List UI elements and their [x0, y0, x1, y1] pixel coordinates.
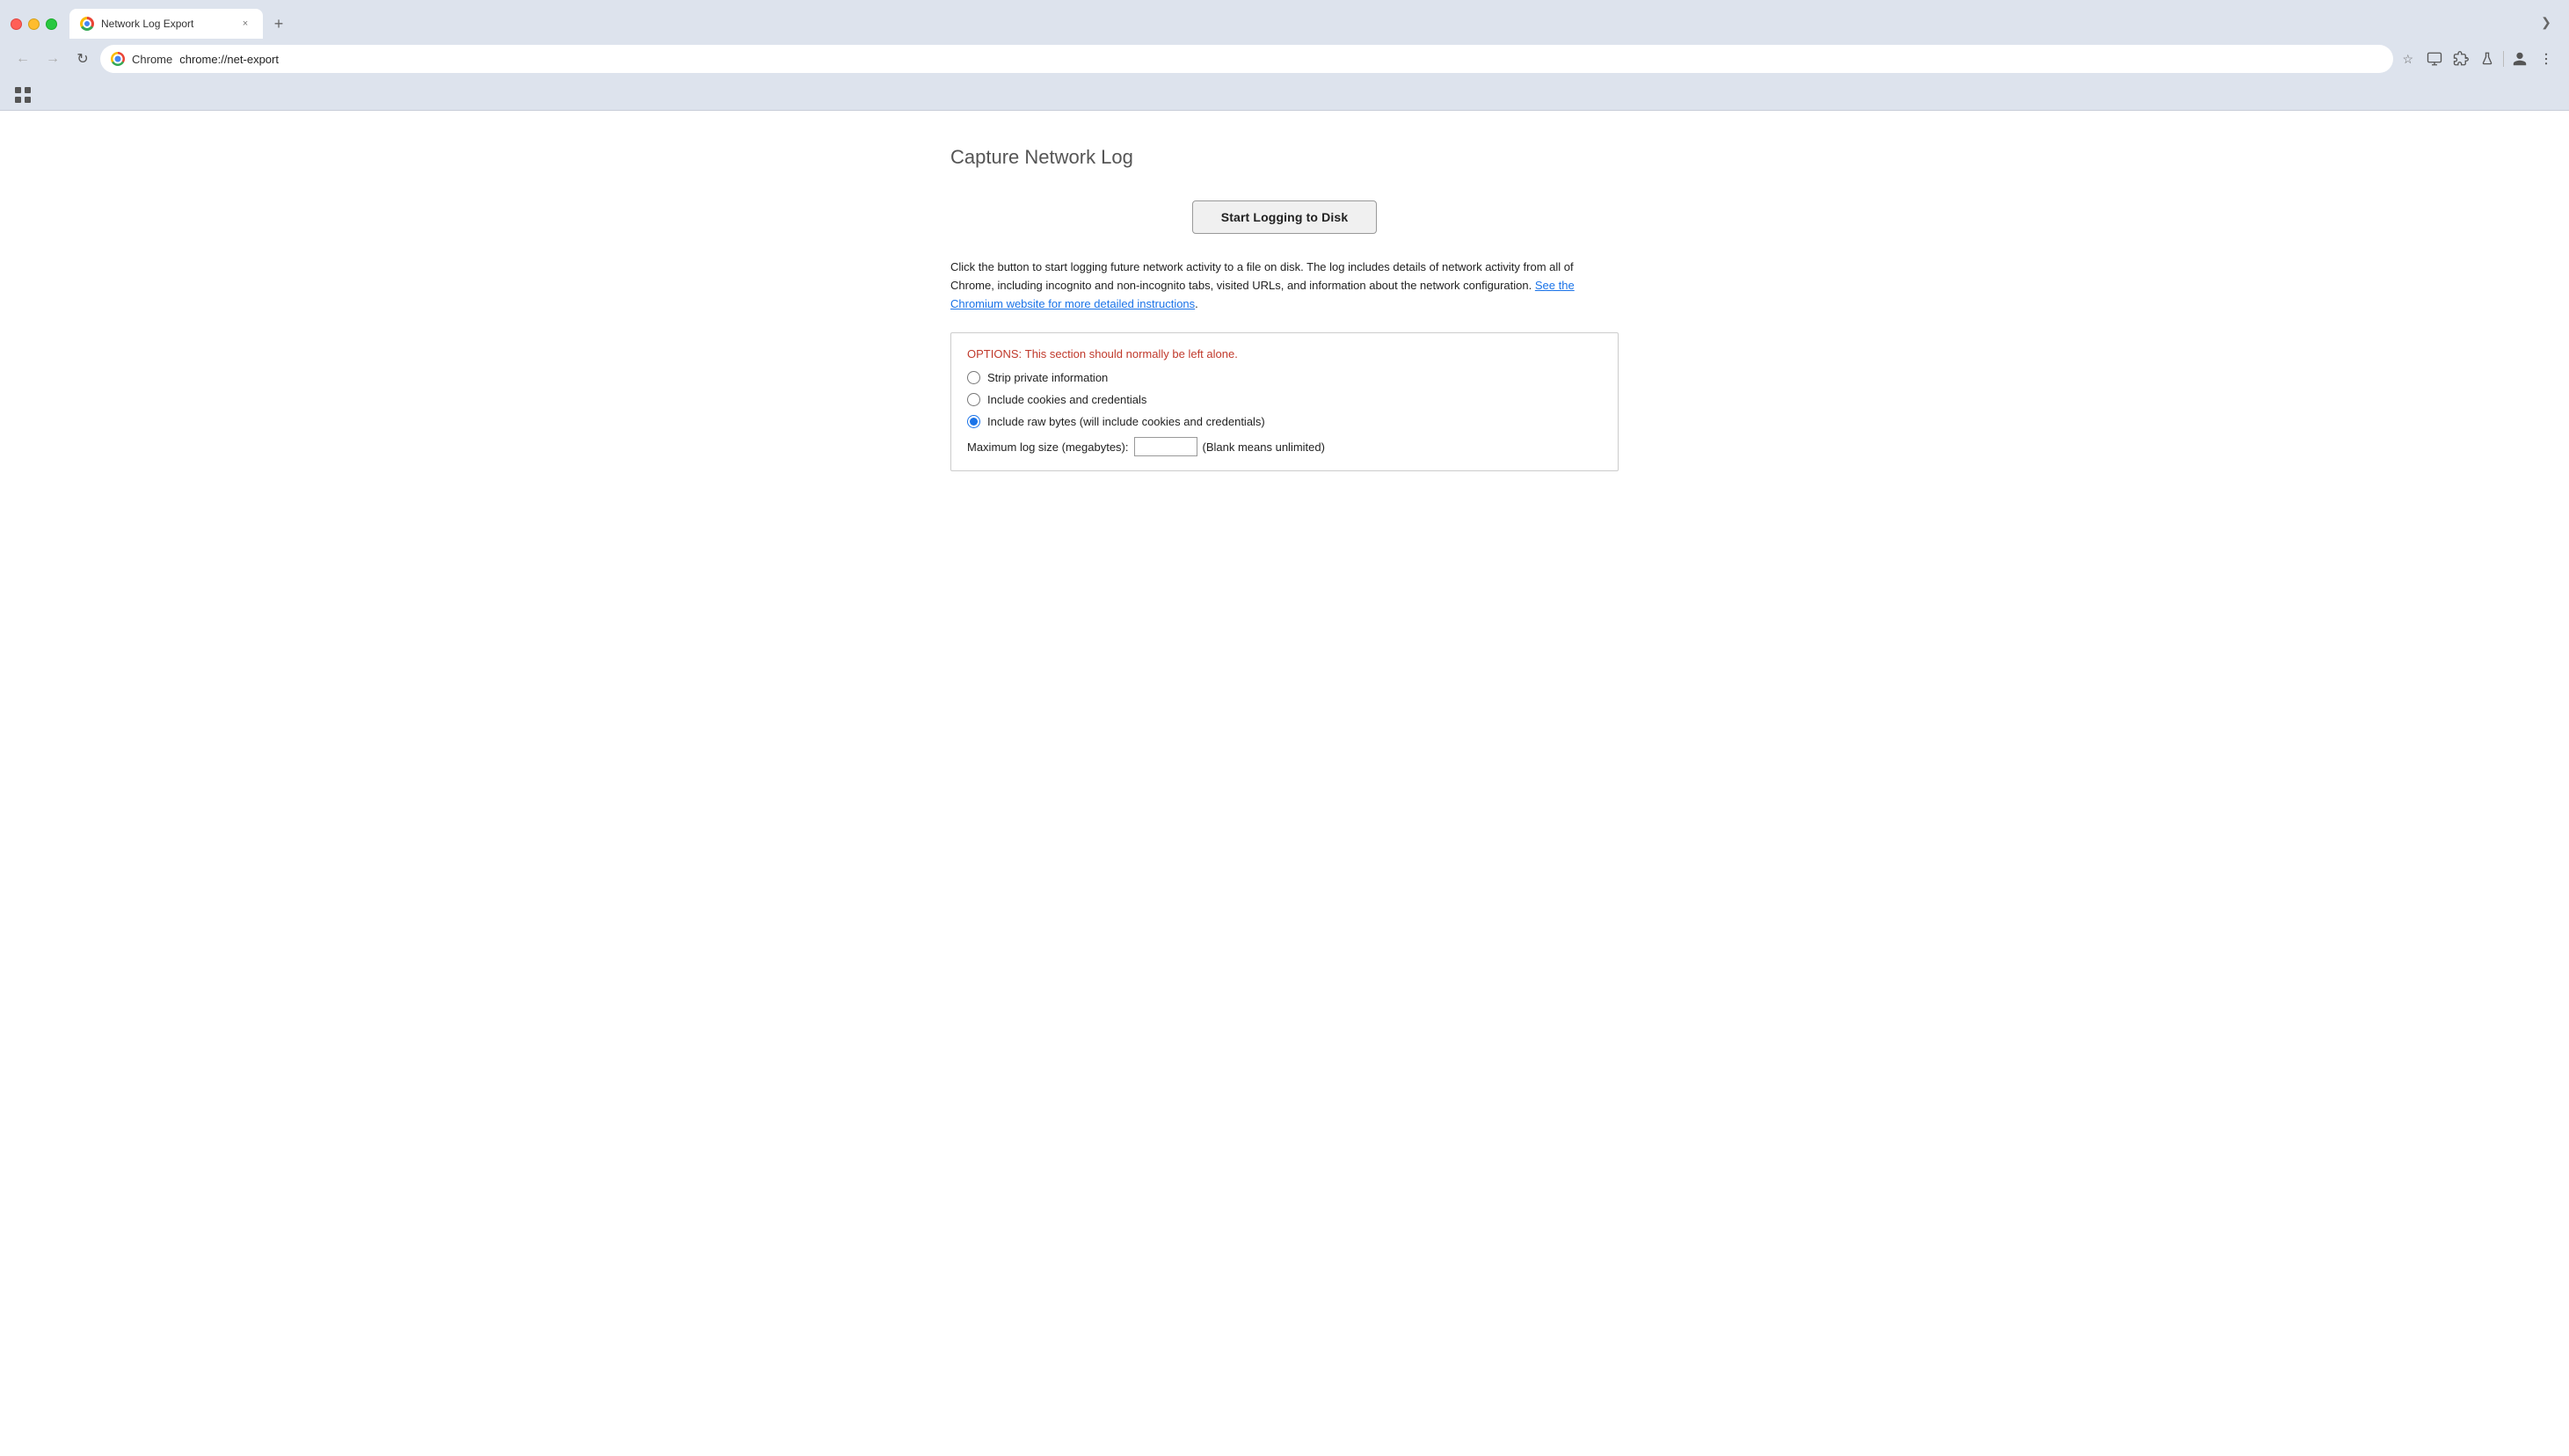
description-text: Click the button to start logging future…	[950, 260, 1574, 292]
back-button[interactable]: ←	[11, 47, 35, 71]
bookmarks-bar	[0, 79, 2569, 111]
page-title: Capture Network Log	[950, 146, 1619, 169]
profile-icon[interactable]	[2507, 47, 2532, 71]
screen-capture-icon[interactable]	[2422, 47, 2447, 71]
address-bar-row: ← → ↻ Chrome chrome://net-export ☆	[0, 40, 2569, 79]
tab-title: Network Log Export	[101, 18, 231, 30]
start-button-wrapper: Start Logging to Disk	[950, 200, 1619, 234]
radio-include-cookies-label: Include cookies and credentials	[987, 393, 1146, 406]
traffic-lights	[11, 18, 57, 30]
radio-strip-private-label: Strip private information	[987, 371, 1108, 384]
minimize-traffic-light[interactable]	[28, 18, 40, 30]
chrome-logo-icon	[111, 52, 125, 66]
page-content: Capture Network Log Start Logging to Dis…	[0, 111, 2569, 1456]
options-warning: This section should normally be left alo…	[1025, 347, 1238, 360]
max-log-hint: (Blank means unlimited)	[1203, 440, 1325, 454]
reload-button[interactable]: ↻	[70, 47, 95, 71]
star-icon[interactable]: ☆	[2402, 52, 2413, 67]
title-bar: Network Log Export × + ❯	[0, 0, 2569, 40]
max-log-label: Maximum log size (megabytes):	[967, 440, 1129, 454]
options-box: OPTIONS: This section should normally be…	[950, 332, 1619, 471]
radio-strip-private-input[interactable]	[967, 371, 980, 384]
toolbar-icons	[2422, 47, 2558, 71]
radio-include-raw-bytes[interactable]: Include raw bytes (will include cookies …	[967, 415, 1602, 428]
tab-close-button[interactable]: ×	[238, 17, 252, 31]
address-url: chrome://net-export	[179, 53, 279, 66]
radio-strip-private[interactable]: Strip private information	[967, 371, 1602, 384]
radio-include-raw-bytes-input[interactable]	[967, 415, 980, 428]
max-log-row: Maximum log size (megabytes): (Blank mea…	[967, 437, 1602, 456]
active-tab[interactable]: Network Log Export ×	[69, 9, 263, 39]
extensions-icon[interactable]	[2449, 47, 2473, 71]
radio-include-cookies[interactable]: Include cookies and credentials	[967, 393, 1602, 406]
lab-icon[interactable]	[2475, 47, 2500, 71]
new-tab-button[interactable]: +	[266, 11, 291, 36]
browser-window: Network Log Export × + ❯ ← → ↻ Chrome ch…	[0, 0, 2569, 1456]
max-log-input[interactable]	[1134, 437, 1197, 456]
page-inner: Capture Network Log Start Logging to Dis…	[950, 146, 1619, 471]
address-bar[interactable]: Chrome chrome://net-export	[100, 45, 2393, 73]
options-label: OPTIONS:	[967, 347, 1022, 360]
forward-button[interactable]: →	[40, 47, 65, 71]
description-period: .	[1195, 297, 1198, 310]
radio-include-raw-bytes-label: Include raw bytes (will include cookies …	[987, 415, 1265, 428]
apps-grid-icon[interactable]	[11, 83, 35, 107]
toolbar-divider	[2503, 51, 2504, 67]
address-brand-label: Chrome	[132, 53, 172, 66]
tab-favicon	[80, 17, 94, 31]
tab-chevron-button[interactable]: ❯	[2534, 11, 2558, 35]
page-description: Click the button to start logging future…	[950, 258, 1619, 313]
menu-icon[interactable]	[2534, 47, 2558, 71]
start-logging-button[interactable]: Start Logging to Disk	[1192, 200, 1378, 234]
radio-group: Strip private information Include cookie…	[967, 371, 1602, 428]
radio-include-cookies-input[interactable]	[967, 393, 980, 406]
close-traffic-light[interactable]	[11, 18, 22, 30]
tab-bar: Network Log Export × +	[69, 9, 2527, 39]
maximize-traffic-light[interactable]	[46, 18, 57, 30]
options-header: OPTIONS: This section should normally be…	[967, 347, 1602, 360]
